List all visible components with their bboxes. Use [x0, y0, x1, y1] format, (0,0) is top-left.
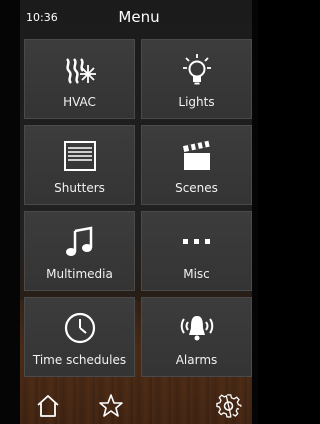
- tile-label: Lights: [178, 95, 215, 109]
- tile-hvac[interactable]: HVAC: [24, 39, 135, 119]
- home-icon[interactable]: [35, 393, 61, 419]
- tile-alarms[interactable]: Alarms: [141, 297, 252, 377]
- tile-time-schedules[interactable]: Time schedules: [24, 297, 135, 377]
- tile-shutters[interactable]: Shutters: [24, 125, 135, 205]
- music-note-icon: [25, 224, 134, 260]
- tile-label: Misc: [183, 267, 210, 281]
- page-title: Menu: [118, 8, 160, 26]
- tile-label: Multimedia: [46, 267, 113, 281]
- lightbulb-icon: [142, 52, 251, 88]
- clapperboard-icon: [142, 138, 251, 174]
- tile-label: Scenes: [175, 181, 218, 195]
- tile-multimedia[interactable]: Multimedia: [24, 211, 135, 291]
- tile-lights[interactable]: Lights: [141, 39, 252, 119]
- shutters-icon: [25, 138, 134, 174]
- tile-label: HVAC: [63, 95, 96, 109]
- tile-label: Alarms: [175, 353, 218, 367]
- more-dots-icon: [142, 224, 251, 260]
- screen-edge-right: [252, 0, 258, 424]
- tile-label: Shutters: [54, 181, 105, 195]
- tile-misc[interactable]: Misc: [141, 211, 252, 291]
- tile-scenes[interactable]: Scenes: [141, 125, 252, 205]
- screen-edge-left: [0, 0, 20, 424]
- star-icon[interactable]: [98, 393, 124, 419]
- hvac-icon: [25, 52, 134, 88]
- clock-icon: [25, 310, 134, 346]
- tile-label: Time schedules: [32, 353, 127, 367]
- gear-icon[interactable]: [216, 393, 242, 419]
- alarm-bell-icon: [142, 310, 251, 346]
- bottom-nav: [20, 385, 252, 424]
- app-screen: 10:36 Menu HVAC Lights Shutters Scenes M…: [0, 0, 258, 424]
